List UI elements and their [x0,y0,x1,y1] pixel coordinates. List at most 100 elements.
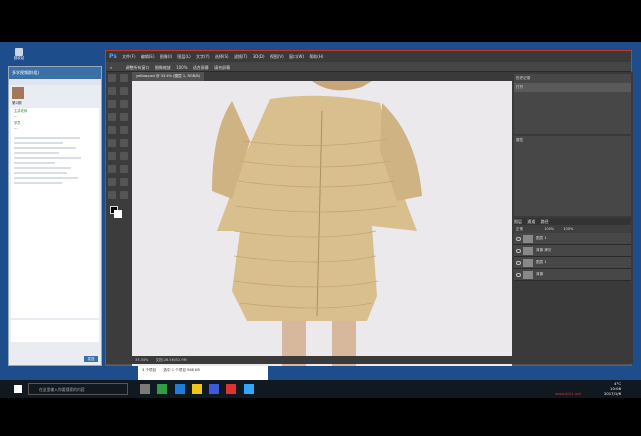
ps-canvas[interactable] [132,81,512,366]
layers-panel: 图层 通道 路径 正常 100% 100% 图层 1 背景 拷贝 图层 1 背景 [514,218,631,281]
status-doc-size: 文档:26.5M/52.9M [155,358,187,362]
desktop-icon-recycle[interactable]: 回收站 [8,48,30,64]
taskbar-search[interactable]: 在这里输入你要搜索的内容 [28,383,128,395]
chat-send-button[interactable]: 发送 [84,356,98,362]
crop-tool-icon[interactable] [108,100,116,108]
layer-controls: 正常 100% 100% [514,225,631,233]
doc-tab[interactable]: yellow.psd @ 33.4% (图层 1, RGB/8) [132,72,205,81]
lasso-tool-icon[interactable] [108,87,116,95]
task-view-icon[interactable] [140,384,150,394]
history-item[interactable]: 打开 [514,83,631,92]
menu-view[interactable]: 视图(V) [270,51,284,62]
windows-start-icon[interactable] [14,385,22,393]
eye-icon [516,236,521,241]
menu-3d[interactable]: 3D(D) [253,51,265,62]
layer-thumb [523,246,533,255]
explorer-status: 3 个项目 选中 1 个项目 568 KB [138,366,268,380]
path-select-icon[interactable] [108,178,116,186]
layer-row[interactable]: 图层 1 [514,257,631,269]
layer-thumb [523,258,533,267]
ps-options-bar: ⌕ 调整所有窗口 细微缩放 100% 适合屏幕 填充屏幕 [106,62,631,72]
menu-layer[interactable]: 图层(L) [177,51,190,62]
wand-tool-icon[interactable] [120,87,128,95]
layer-row[interactable]: 背景 拷贝 [514,245,631,257]
eyedropper-tool-icon[interactable] [120,100,128,108]
tab-paths[interactable]: 路径 [541,218,549,225]
ps-menubar: Ps 文件(F) 编辑(E) 图像(I) 图层(L) 文字(Y) 选择(S) 滤… [106,51,631,62]
layer-name: 背景 拷贝 [536,248,552,252]
fill-value[interactable]: 100% [563,227,573,231]
photoshop-window: Ps 文件(F) 编辑(E) 图像(I) 图层(L) 文字(Y) 选择(S) 滤… [105,50,633,366]
zoom-tool-icon[interactable]: ⌕ [110,65,112,70]
layers-tabs: 图层 通道 路径 [514,218,631,225]
hand-tool-icon[interactable] [108,191,116,199]
menu-image[interactable]: 图像(I) [160,51,172,62]
watermark: www.jb51.net [555,391,581,396]
ps-panels: 历史记录 打开 属性 图层 通道 路径 正常 100% 100% 图层 1 背景… [512,72,633,364]
layer-name: 背景 [536,272,544,276]
brush-tool-icon[interactable] [120,113,128,121]
gradient-tool-icon[interactable] [120,139,128,147]
layer-thumb [523,270,533,279]
menu-filter[interactable]: 滤镜(T) [234,51,248,62]
eye-icon [516,260,521,265]
menu-edit[interactable]: 编辑(E) [141,51,155,62]
app-icon[interactable] [209,384,220,394]
menu-window[interactable]: 窗口(W) [289,51,304,62]
app-icon[interactable] [226,384,237,394]
menu-type[interactable]: 文字(Y) [196,51,210,62]
ps-doc-tabbar: yellow.psd @ 33.4% (图层 1, RGB/8) [132,72,512,81]
layer-row[interactable]: 背景 [514,269,631,281]
layer-row[interactable]: 图层 1 [514,233,631,245]
ps-status-bar: 33.34% 文档:26.5M/52.9M [132,356,512,364]
eye-icon [516,248,521,253]
layer-name: 图层 1 [536,236,547,240]
pen-tool-icon[interactable] [108,165,116,173]
app-icon[interactable] [157,384,168,394]
item-count: 3 个项目 [142,368,157,372]
menu-file[interactable]: 文件(F) [122,51,135,62]
stamp-tool-icon[interactable] [108,126,116,134]
tab-layers[interactable]: 图层 [514,218,522,225]
eraser-tool-icon[interactable] [108,139,116,147]
taskbar-search-text: 在这里输入你要搜索的内容 [39,387,85,392]
opacity-value[interactable]: 100% [544,227,554,231]
chat-avatar[interactable] [12,87,24,99]
layer-name: 图层 1 [536,260,547,264]
zoom-tool-small-icon[interactable] [120,191,128,199]
menu-select[interactable]: 选择(S) [215,51,229,62]
chat-window: 多学视频群(组) 第2期 主讲老师… 学员… 发送 [8,66,102,366]
app-icon[interactable] [174,384,185,394]
menu-help[interactable]: 帮助(H) [309,51,323,62]
app-icon[interactable] [243,384,254,394]
heal-tool-icon[interactable] [108,113,116,121]
app-icon[interactable] [191,384,202,394]
message-text: … [14,114,18,118]
blend-mode-select[interactable]: 正常 [516,227,523,231]
blur-tool-icon[interactable] [108,152,116,160]
move-tool-icon[interactable] [108,74,116,82]
properties-title: 属性 [516,138,524,142]
selection-info: 选中 1 个项目 568 KB [163,368,200,372]
chat-toolbar [9,79,101,85]
dodge-tool-icon[interactable] [120,152,128,160]
chat-input[interactable] [11,320,99,342]
message-text: … [14,126,18,130]
marquee-tool-icon[interactable] [120,74,128,82]
recycle-bin-icon [15,48,23,56]
chat-message: 主讲老师… [11,108,99,120]
shape-tool-icon[interactable] [120,178,128,186]
chat-history-lines [11,132,99,189]
background-color-swatch[interactable] [114,210,122,218]
tray: 4°C 10:06 2017/1/6 [604,381,621,396]
type-tool-icon[interactable] [120,165,128,173]
chat-group-name: 第2期 [12,101,22,105]
tray-date[interactable]: 2017/1/6 [604,391,621,396]
recycle-bin-label: 回收站 [13,56,25,60]
history-panel: 历史记录 打开 [514,74,631,134]
tab-channels[interactable]: 通道 [527,218,535,225]
eye-icon [516,272,521,277]
history-brush-icon[interactable] [120,126,128,134]
ps-toolbar [106,72,132,364]
chat-messages[interactable]: 主讲老师… 学员… [11,108,99,318]
